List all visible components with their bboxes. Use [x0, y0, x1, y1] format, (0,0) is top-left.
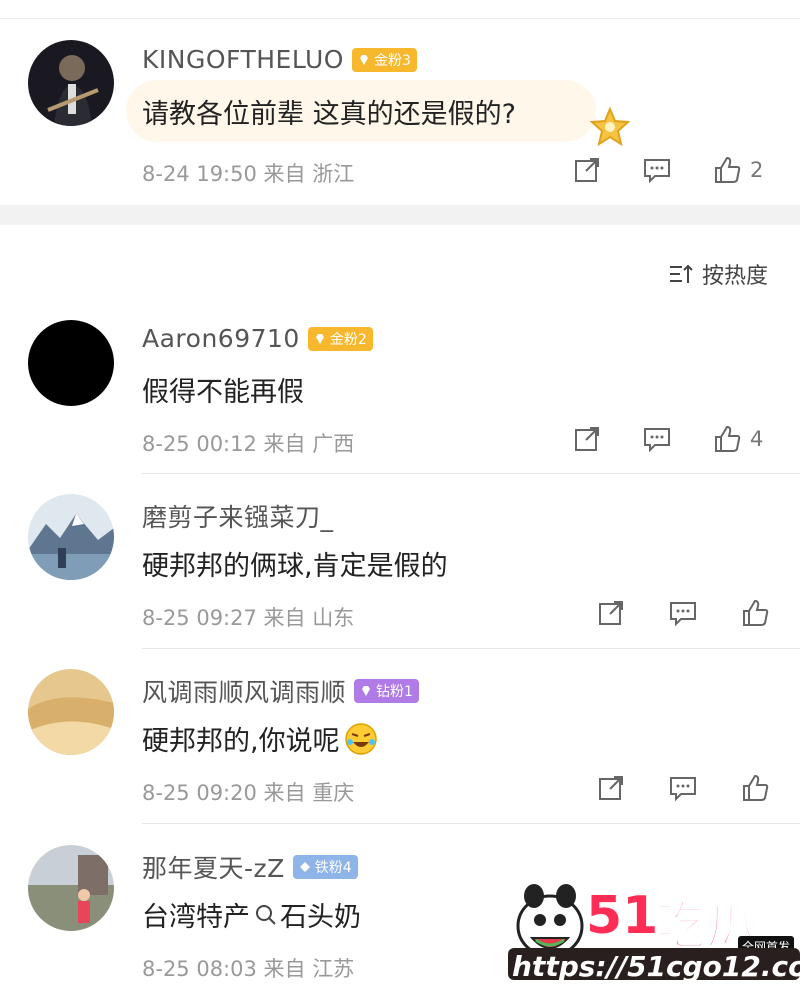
comment-actions	[596, 773, 770, 803]
sort-label: 按热度	[701, 264, 768, 289]
like-button[interactable]: 4	[712, 424, 763, 454]
fan-badge: 钻粉1	[354, 679, 419, 703]
avatar[interactable]	[28, 669, 114, 755]
comment-actions	[596, 598, 770, 628]
comment-meta: 8-25 09:20 来自 重庆	[142, 777, 354, 807]
repost-icon	[599, 601, 623, 625]
gem-icon	[359, 54, 368, 65]
comment-button[interactable]	[642, 424, 672, 454]
repost-icon	[575, 158, 599, 182]
avatar[interactable]	[28, 320, 114, 406]
username[interactable]: 磨剪子来镪菜刀_	[142, 498, 334, 534]
repost-button[interactable]	[596, 598, 626, 628]
username[interactable]: 那年夏天-zZ	[142, 849, 285, 885]
comment-meta: 8-25 09:27 来自 山东	[142, 602, 354, 632]
comment-actions: 4	[572, 424, 763, 454]
iron-fan-icon	[299, 862, 310, 872]
watermark-url: https://51cgo12.com	[512, 950, 800, 983]
comment-text-row: 硬邦邦的,你说呢	[142, 719, 378, 758]
comment-text: 请教各位前辈 这真的还是假的?	[142, 99, 516, 130]
sort-button[interactable]: 按热度	[668, 258, 768, 290]
like-button[interactable]: 2	[712, 155, 763, 185]
repost-icon	[599, 776, 623, 800]
like-icon	[743, 774, 769, 801]
comment-location: 来自 江苏	[263, 957, 355, 981]
comment-meta: 8-25 08:03 来自 江苏	[142, 953, 354, 983]
username[interactable]: Aaron69710	[142, 324, 300, 353]
star-badge-icon	[589, 106, 631, 146]
username[interactable]: 风调雨顺风调雨顺	[142, 673, 346, 709]
avatar[interactable]	[28, 40, 114, 126]
row-divider	[142, 823, 800, 824]
watermark-brand-51: 51	[586, 886, 659, 946]
comment-meta: 8-25 00:12 来自 广西	[142, 428, 354, 458]
row-divider	[142, 473, 800, 474]
repost-button[interactable]	[572, 424, 602, 454]
fan-badge-label: 金粉2	[329, 331, 367, 348]
section-divider	[0, 205, 800, 225]
comment-icon	[644, 428, 670, 453]
avatar[interactable]	[28, 845, 114, 931]
comment-text-row: 台湾特产 石头奶	[142, 895, 361, 934]
sort-icon	[669, 264, 693, 283]
diamond-icon	[362, 686, 371, 696]
emoji-laugh-icon	[344, 722, 377, 755]
like-button[interactable]	[740, 598, 770, 628]
like-icon	[715, 425, 741, 452]
username[interactable]: KINGOFTHELUO	[142, 45, 344, 74]
comment-icon	[670, 777, 696, 802]
name-row: 磨剪子来镪菜刀_	[142, 498, 334, 534]
like-count: 2	[750, 158, 764, 182]
search-link[interactable]: 石头奶	[254, 895, 361, 934]
comment-button[interactable]	[668, 773, 698, 803]
comment-button[interactable]	[642, 155, 672, 185]
avatar[interactable]	[28, 494, 114, 580]
gem-icon	[315, 333, 324, 344]
like-button[interactable]	[740, 773, 770, 803]
fan-badge-label: 金粉3	[373, 52, 411, 69]
fan-badge: 铁粉4	[292, 855, 358, 879]
search-icon	[256, 904, 276, 925]
name-row: 那年夏天-zZ 铁粉4	[142, 849, 358, 885]
fan-badge: 金粉2	[307, 326, 373, 351]
like-icon	[715, 156, 741, 183]
like-count: 4	[750, 427, 764, 451]
fan-badge-label: 铁粉4	[314, 860, 352, 876]
comment-time: 8-25 09:27	[142, 606, 257, 630]
comment-icon	[644, 159, 670, 184]
comment-text: 台湾特产	[142, 902, 250, 933]
comment-button[interactable]	[668, 598, 698, 628]
comment-location: 来自 重庆	[263, 781, 355, 805]
top-bar-edge	[0, 0, 800, 19]
watermark: 51 吃瓜 全网首发 https://51cgo12.com	[508, 880, 800, 999]
fan-badge: 金粉3	[351, 47, 417, 72]
comment-time: 8-25 09:20	[142, 781, 257, 805]
repost-icon	[575, 427, 599, 451]
name-row: Aaron69710 金粉2	[142, 324, 373, 353]
fan-badge-label: 钻粉1	[376, 684, 413, 700]
comment-icon	[670, 602, 696, 627]
like-icon	[743, 599, 769, 626]
search-link-text: 石头奶	[280, 902, 361, 933]
comment-time: 8-25 08:03	[142, 957, 257, 981]
row-divider	[142, 648, 800, 649]
comment-location: 来自 山东	[263, 606, 355, 630]
comment-meta: 8-24 19:50 来自 浙江	[142, 158, 354, 188]
comment-location: 来自 浙江	[263, 162, 355, 186]
comment-text: 硬邦邦的,你说呢	[142, 726, 340, 757]
repost-button[interactable]	[572, 155, 602, 185]
comment-time: 8-25 00:12	[142, 432, 257, 456]
comment-location: 来自 广西	[263, 432, 355, 456]
name-row: KINGOFTHELUO 金粉3	[142, 45, 417, 74]
repost-button[interactable]	[596, 773, 626, 803]
comment-text: 硬邦邦的俩球,肯定是假的	[142, 551, 448, 582]
name-row: 风调雨顺风调雨顺 钻粉1	[142, 673, 419, 709]
comment-text: 假得不能再假	[142, 377, 304, 408]
comment-actions: 2	[572, 155, 763, 185]
comment-time: 8-24 19:50	[142, 162, 257, 186]
